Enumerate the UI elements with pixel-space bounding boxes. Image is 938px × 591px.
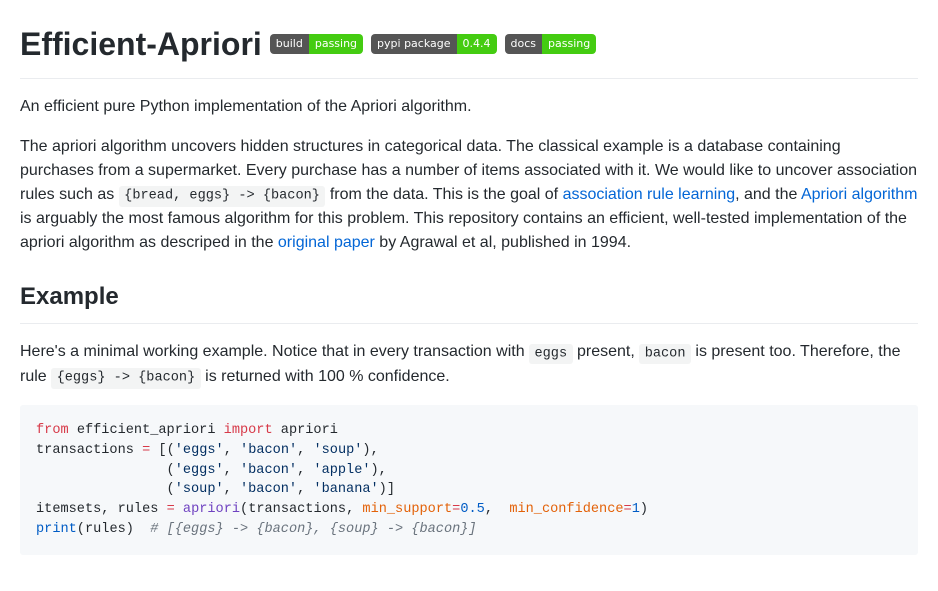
- link-apriori-algorithm[interactable]: Apriori algorithm: [801, 186, 917, 203]
- inline-code-rule2: {eggs} -> {bacon}: [51, 368, 201, 388]
- badge-build[interactable]: build passing: [270, 34, 363, 54]
- code-block: from efficient_apriori import apriori tr…: [20, 405, 918, 555]
- example-paragraph: Here's a minimal working example. Notice…: [20, 340, 918, 389]
- badge-docs[interactable]: docs passing: [505, 34, 597, 54]
- intro-paragraph: An efficient pure Python implementation …: [20, 95, 918, 119]
- badge-pypi[interactable]: pypi package 0.4.4: [371, 34, 496, 54]
- page-title: Efficient-Apriori build passing pypi pac…: [20, 20, 918, 79]
- inline-code-rule: {bread, eggs} -> {bacon}: [119, 186, 326, 206]
- description-paragraph: The apriori algorithm uncovers hidden st…: [20, 135, 918, 255]
- example-heading: Example: [20, 279, 918, 324]
- inline-code-eggs: eggs: [529, 344, 573, 364]
- inline-code-bacon: bacon: [639, 344, 691, 364]
- link-original-paper[interactable]: original paper: [278, 234, 375, 251]
- link-association-rule-learning[interactable]: association rule learning: [563, 186, 736, 203]
- title-text: Efficient-Apriori: [20, 20, 262, 68]
